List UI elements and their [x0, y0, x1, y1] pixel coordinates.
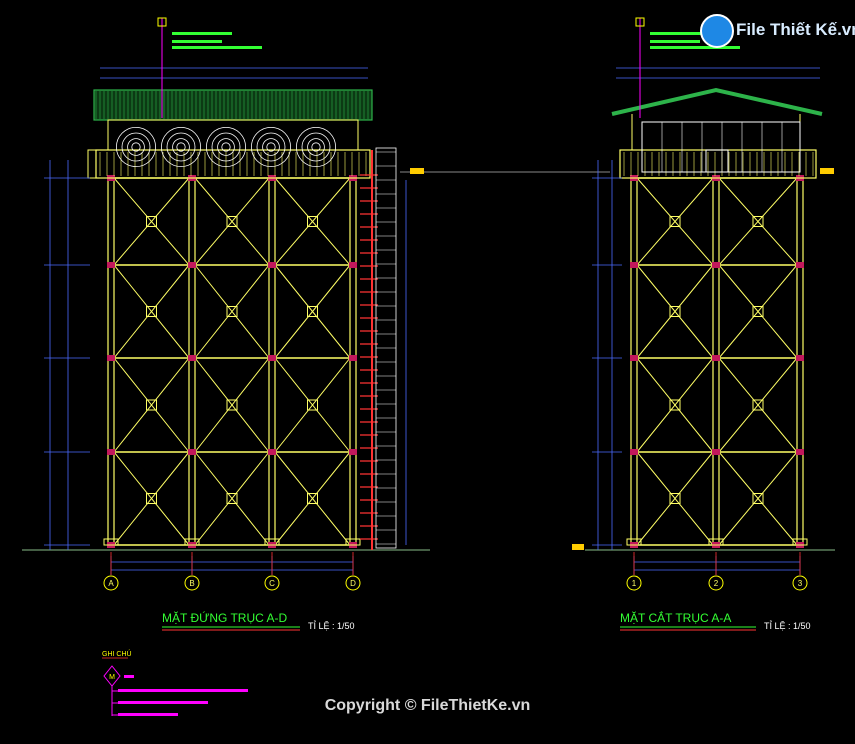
level-flag: [820, 168, 834, 174]
legend-note-bar: [118, 689, 248, 692]
axis-label: 3: [798, 579, 803, 588]
note-text-bar: [172, 46, 262, 49]
left-view-title: MẶT ĐỨNG TRỤC A-D: [162, 610, 287, 625]
axis-label: B: [189, 579, 194, 588]
platform-end: [87, 149, 97, 179]
joint-marker: [107, 262, 115, 268]
joint-marker: [349, 262, 357, 268]
tank-ring: [307, 138, 325, 156]
axis-label: A: [108, 579, 114, 588]
tank-door: [705, 149, 729, 173]
joint-marker: [268, 449, 276, 455]
joint-marker: [107, 449, 115, 455]
tank-ring: [127, 138, 145, 156]
joint-marker: [712, 449, 720, 455]
watermark-logo: File Thiết Kế.vn: [700, 14, 855, 48]
note-text-bar: [650, 40, 700, 43]
left-view-scale: TỈ LỆ : 1/50: [308, 620, 355, 631]
joint-marker: [268, 262, 276, 268]
note-text-bar: [172, 32, 232, 35]
elevation-drawing: A B C D 1 2 3 MẶT ĐỨNG TRỤC A-D TỈ LỆ : 1/50 MẶT …: [22, 17, 835, 716]
joint-marker: [796, 262, 804, 268]
dimension-lines: [44, 67, 820, 575]
tank-ring: [301, 132, 331, 162]
joint-marker: [630, 449, 638, 455]
right-grid-axes: 1 2 3: [626, 552, 808, 591]
joint-marker: [188, 449, 196, 455]
tank-ring: [166, 132, 196, 162]
column: [188, 177, 196, 546]
joint-marker: [796, 355, 804, 361]
copyright-text: Copyright © FileThietKe.vn: [324, 697, 531, 714]
tank-platform: [619, 149, 817, 179]
right-tank: [611, 87, 823, 179]
column: [796, 177, 804, 546]
legend-heading: GHI CHÚ: [102, 649, 132, 658]
column: [712, 177, 720, 546]
tank-ring: [121, 132, 151, 162]
axis-label: 1: [632, 579, 637, 588]
tank-ring: [172, 138, 190, 156]
axis-label: 2: [714, 579, 719, 588]
axis-label: C: [269, 579, 275, 588]
legend-note-bar: [124, 675, 134, 678]
tank-ring: [262, 138, 280, 156]
cad-drawing-canvas: A B C D 1 2 3 MẶT ĐỨNG TRỤC A-D TỈ LỆ : 1/50 MẶT …: [0, 0, 855, 744]
joint-marker: [796, 449, 804, 455]
note-text-bar: [650, 46, 740, 49]
axis-label: D: [350, 579, 356, 588]
column: [268, 177, 276, 546]
column: [349, 177, 357, 546]
note-text-bar: [172, 40, 222, 43]
access-ladder: [375, 147, 397, 549]
joint-marker: [107, 355, 115, 361]
joint-marker: [188, 355, 196, 361]
joint-marker: [712, 355, 720, 361]
column: [107, 177, 115, 546]
left-tank: [87, 89, 373, 179]
watermark-text: File Thiết Kế.vn: [736, 20, 855, 39]
left-tower-frame: [103, 175, 361, 548]
gable-roof: [611, 87, 823, 116]
column: [630, 177, 638, 546]
joint-marker: [630, 262, 638, 268]
right-view-scale: TỈ LỆ : 1/50: [764, 620, 811, 631]
level-flag: [572, 544, 584, 550]
right-view-title: MẶT CẮT TRỤC A-A: [620, 610, 731, 625]
joint-marker: [630, 355, 638, 361]
left-grid-axes: A B C D: [103, 552, 361, 591]
logo-icon: [700, 14, 734, 48]
joint-marker: [188, 262, 196, 268]
joint-marker: [712, 262, 720, 268]
tank-ring: [256, 132, 286, 162]
level-flag: [410, 168, 424, 174]
legend-marker-label: M: [109, 674, 115, 681]
joint-marker: [349, 355, 357, 361]
joint-marker: [349, 449, 357, 455]
right-tower-frame: [626, 175, 808, 548]
joint-marker: [268, 355, 276, 361]
